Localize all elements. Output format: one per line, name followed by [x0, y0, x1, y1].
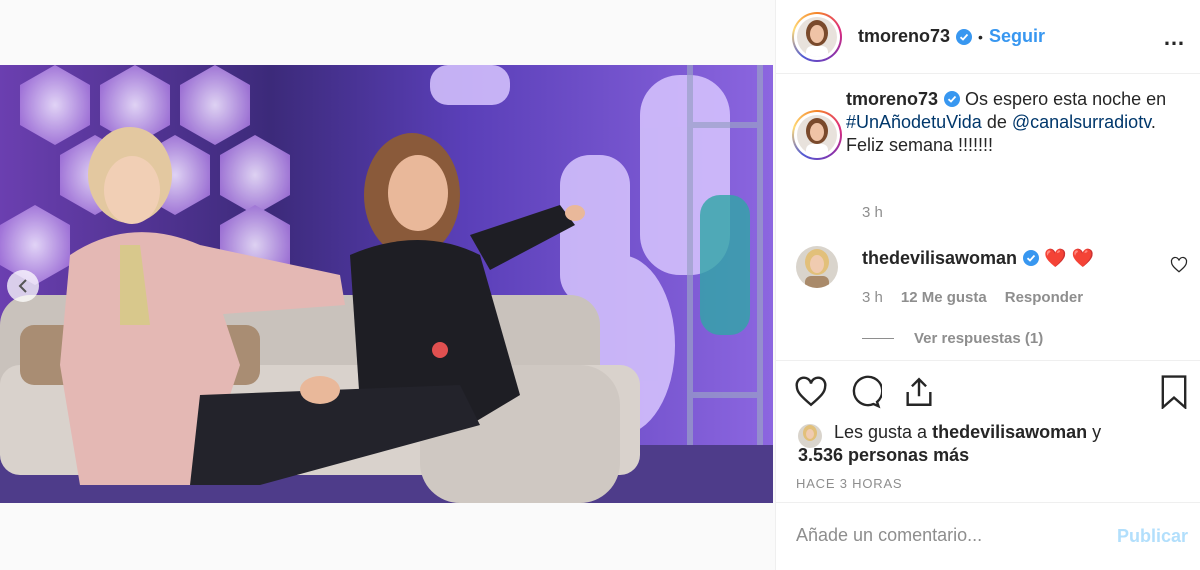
comment: thedevilisawoman ❤️ ❤️	[862, 248, 1094, 269]
comment-bubble-icon[interactable]	[848, 375, 882, 409]
post-media-area	[0, 0, 775, 570]
post-side-panel: tmoreno73 • Seguir … tmoreno73 Os espero…	[775, 0, 1200, 570]
comment-text: ❤️ ❤️	[1044, 248, 1094, 268]
hashtag-link[interactable]: #UnAñodetuVida	[846, 112, 982, 132]
share-icon[interactable]	[902, 375, 936, 409]
caption-avatar[interactable]	[792, 110, 842, 160]
verified-badge-icon	[956, 28, 973, 45]
replies-divider	[862, 338, 894, 339]
author-username[interactable]: tmoreno73	[858, 26, 950, 47]
previous-photo-button[interactable]	[7, 270, 39, 302]
post-photo[interactable]	[0, 65, 773, 503]
comment-likes[interactable]: 12 Me gusta	[901, 289, 987, 306]
more-options-icon[interactable]: …	[1163, 25, 1186, 51]
view-replies-button[interactable]: Ver respuestas (1)	[862, 330, 1043, 347]
likes-others[interactable]: 3.536 personas más	[798, 445, 969, 465]
caption-text-2: de	[986, 112, 1007, 132]
commenter-username[interactable]: thedevilisawoman	[862, 248, 1017, 268]
verified-badge-icon	[944, 91, 961, 107]
liker-avatar[interactable]	[798, 424, 822, 448]
comment-time[interactable]: 3 h	[862, 289, 883, 306]
post-header: tmoreno73 • Seguir …	[776, 0, 1200, 74]
caption-text-1: Os espero esta noche en	[965, 89, 1167, 109]
view-replies-label: Ver respuestas (1)	[914, 330, 1044, 347]
caption-text: tmoreno73 Os espero esta noche en #UnAño…	[846, 88, 1176, 157]
publish-button[interactable]: Publicar	[1117, 526, 1188, 547]
verified-badge-icon	[1023, 250, 1040, 266]
commenter-avatar[interactable]	[796, 246, 838, 288]
action-bar	[794, 375, 936, 409]
caption-time[interactable]: 3 h	[862, 204, 883, 221]
caption-username[interactable]: tmoreno73	[846, 89, 938, 109]
add-comment-bar: Publicar	[776, 502, 1200, 570]
like-comment-heart-icon[interactable]	[1170, 256, 1188, 274]
post-actions-area: Les gusta a thedevilisawoman y 3.536 per…	[776, 360, 1200, 502]
separator-dot: •	[978, 28, 983, 45]
mention-link[interactable]: @canalsurradiotv	[1012, 112, 1151, 132]
comment-meta: 3 h 12 Me gusta Responder	[862, 289, 1083, 306]
reply-button[interactable]: Responder	[1005, 289, 1083, 306]
comment-input[interactable]	[796, 525, 1096, 546]
follow-button[interactable]: Seguir	[989, 26, 1045, 47]
like-heart-icon[interactable]	[794, 375, 828, 409]
chevron-left-icon	[18, 279, 27, 293]
post-timestamp[interactable]: HACE 3 HORAS	[796, 476, 902, 491]
likes-summary: Les gusta a thedevilisawoman y 3.536 per…	[798, 421, 1101, 467]
author-avatar[interactable]	[792, 11, 842, 62]
likes-user[interactable]: thedevilisawoman	[932, 422, 1087, 442]
likes-suffix: y	[1092, 422, 1102, 442]
bookmark-icon[interactable]	[1160, 375, 1188, 409]
comments-section: tmoreno73 Os espero esta noche en #UnAño…	[776, 84, 1200, 360]
likes-prefix: Les gusta a	[834, 422, 928, 442]
